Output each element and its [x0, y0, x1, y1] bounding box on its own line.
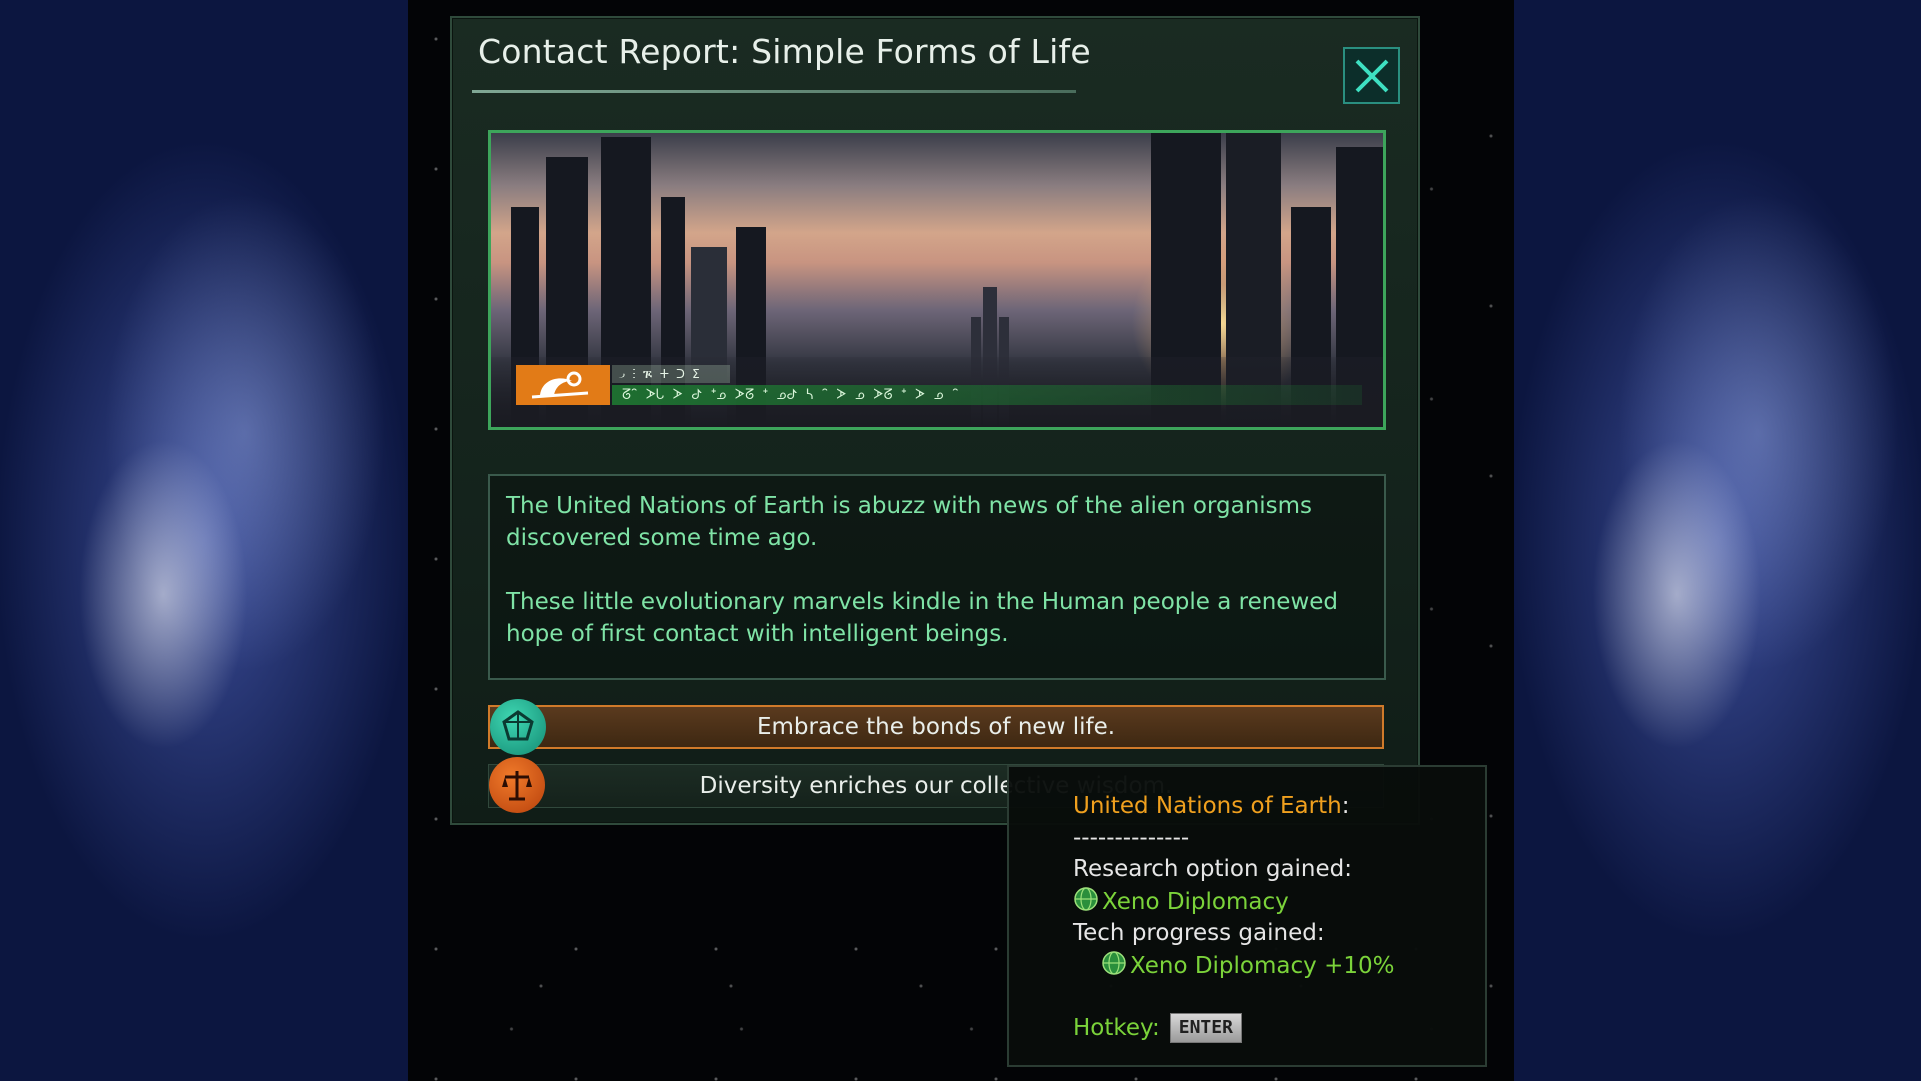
- hud-alien-text: ᘔᐢ ᗆᒐ ᗆ ᕷ ᐩᓄ ᗆᘔ ᐩ ᓄᕷ ᓴ ᐢ ᗆ ᓄ ᗆᘔ ᐩ ᗆ ᓄ ᐢ: [612, 385, 1362, 405]
- tooltip-progress-item: Xeno Diplomacy: [1130, 952, 1317, 979]
- tooltip-empire-name: United Nations of Earth: [1073, 793, 1342, 819]
- close-icon: [1355, 59, 1388, 92]
- event-description: The United Nations of Earth is abuzz wit…: [488, 474, 1386, 680]
- society-research-icon: [1102, 950, 1126, 975]
- tooltip-research-item: Xeno Diplomacy: [1102, 888, 1289, 915]
- event-illustration: ᎕ ⵗ ᎍ ⵜ ᑐ ⵉ ᘔᐢ ᗆᒐ ᗆ ᕷ ᐩᓄ ᗆᘔ ᐩ ᓄᕷ ᓴ ᐢ ᗆ ᓄ…: [488, 130, 1386, 430]
- option-embrace-bonds[interactable]: Embrace the bonds of new life.: [488, 699, 1384, 755]
- nebula-background-left: [0, 0, 408, 1081]
- xenophile-ethic-icon: [490, 699, 546, 755]
- hotkey-key: ENTER: [1169, 1013, 1242, 1043]
- close-button[interactable]: [1343, 47, 1400, 104]
- title-underline: [472, 90, 1076, 93]
- tooltip-separator: --------------: [1073, 824, 1190, 851]
- event-dialog: Contact Report: Simple Forms of Life ᎕ ⵗ…: [450, 16, 1420, 825]
- effect-tooltip: United Nations of Earth: -------------- …: [1007, 765, 1487, 1067]
- tooltip-progress-value: +10%: [1324, 952, 1395, 979]
- description-paragraph: The United Nations of Earth is abuzz wit…: [506, 493, 1313, 551]
- society-research-icon: [1074, 886, 1098, 911]
- nebula-background-right: [1514, 0, 1921, 1081]
- tooltip-hotkey-label: Hotkey:: [1073, 1015, 1160, 1041]
- empire-logo-icon: [516, 365, 610, 405]
- description-paragraph: These little evolutionary marvels kindle…: [506, 589, 1339, 647]
- tooltip-research-label: Research option gained:: [1073, 856, 1353, 882]
- egalitarian-scales-icon: [489, 757, 545, 813]
- hud-overlay: ᎕ ⵗ ᎍ ⵜ ᑐ ⵉ ᘔᐢ ᗆᒐ ᗆ ᕷ ᐩᓄ ᗆᘔ ᐩ ᓄᕷ ᓴ ᐢ ᗆ ᓄ…: [516, 365, 1362, 405]
- hud-code: ᎕ ⵗ ᎍ ⵜ ᑐ ⵉ: [612, 365, 730, 383]
- option-label: Embrace the bonds of new life.: [756, 714, 1116, 740]
- tooltip-progress-label: Tech progress gained:: [1073, 920, 1325, 946]
- dialog-title: Contact Report: Simple Forms of Life: [478, 32, 1091, 71]
